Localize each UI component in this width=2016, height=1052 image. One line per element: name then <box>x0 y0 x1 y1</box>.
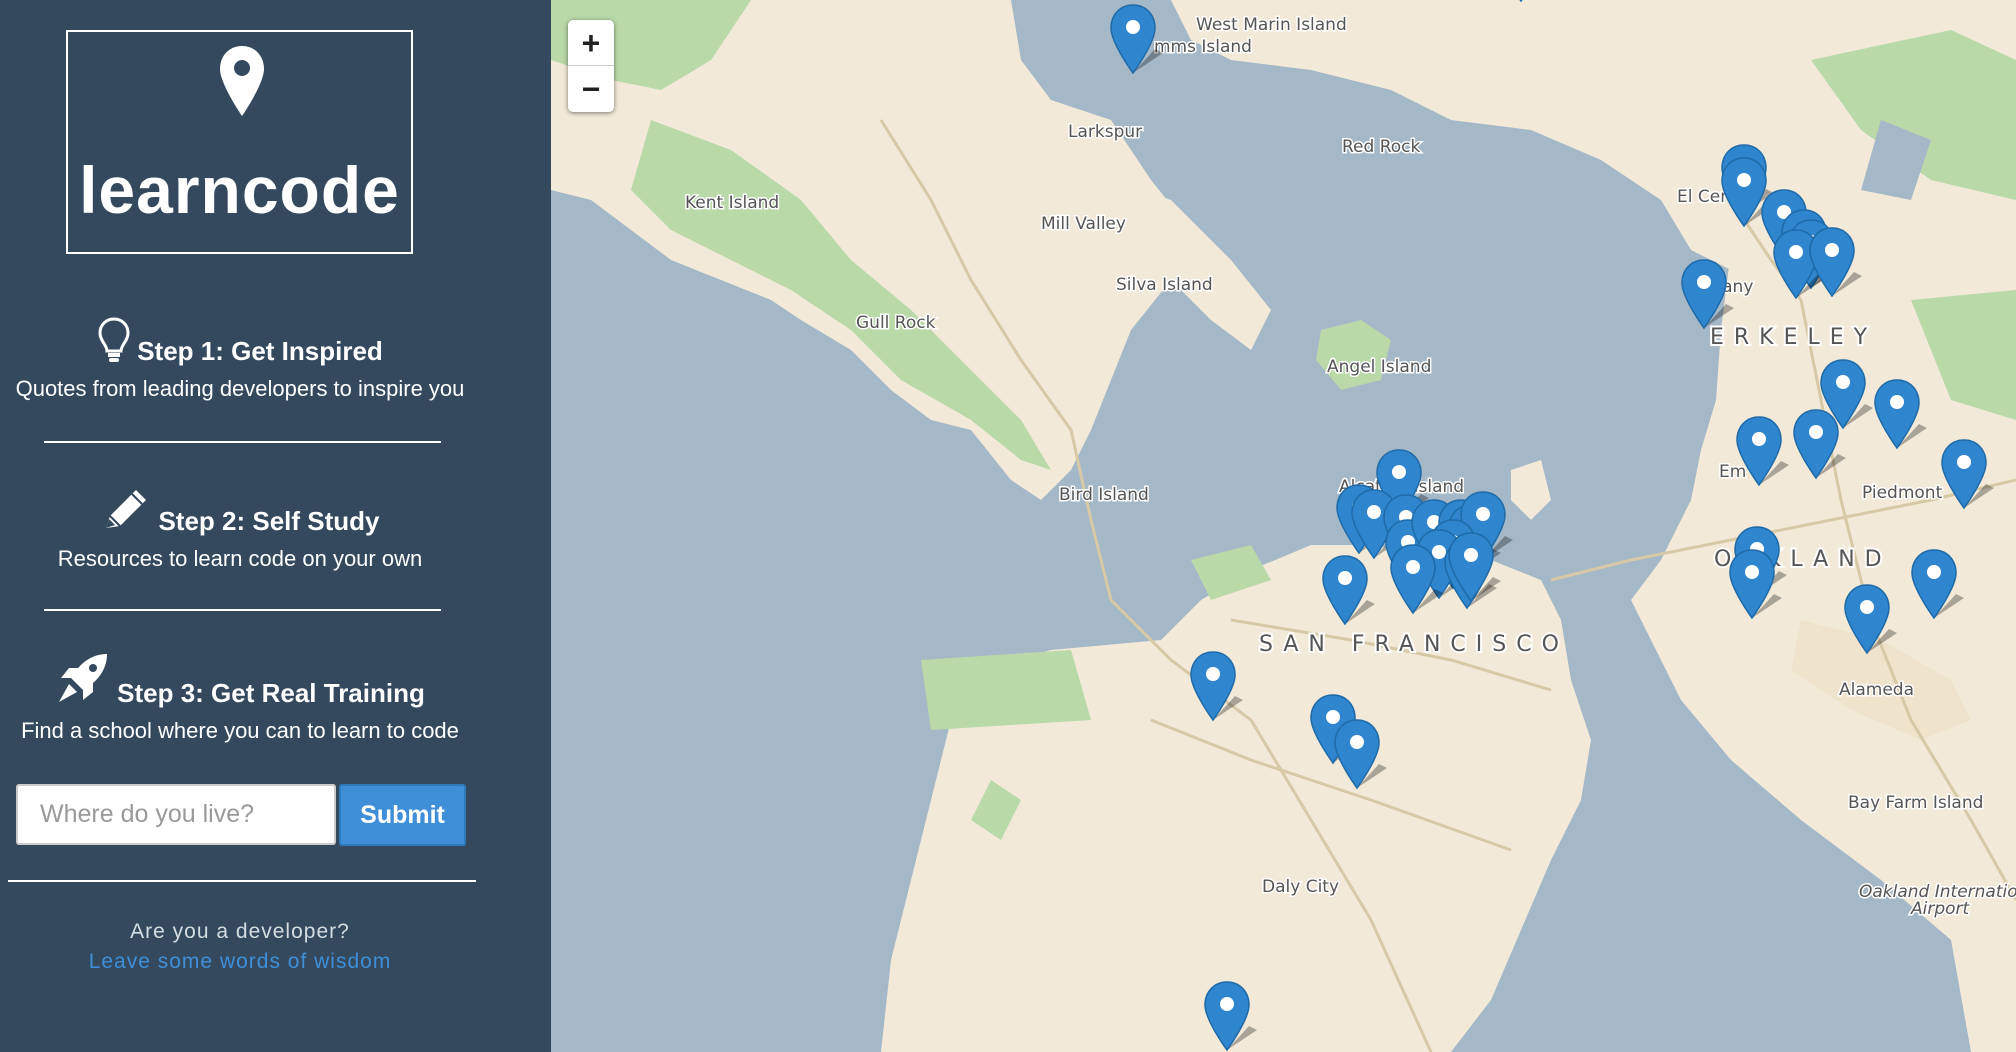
zoom-out-button[interactable]: − <box>568 66 614 112</box>
place-label: Red Rock <box>1342 137 1420 157</box>
sidebar: learncode Step 1: Get Inspired Quotes fr… <box>0 0 551 1052</box>
developer-question: Are you a developer? <box>130 920 350 943</box>
place-label: Angel Island <box>1327 357 1431 377</box>
place-label: Bird Island <box>1059 485 1149 505</box>
zoom-control: + − <box>568 20 614 112</box>
zoom-in-button[interactable]: + <box>568 20 614 66</box>
place-label: Airport <box>1910 899 1971 919</box>
place-label: El Cer <box>1677 187 1727 207</box>
location-input[interactable] <box>16 784 336 845</box>
place-label: mms Island <box>1154 37 1252 57</box>
map-pin-icon <box>220 46 264 116</box>
city-label-berkeley: ERKELEY <box>1710 325 1877 350</box>
step-title: Step 2: Self Study <box>158 506 380 536</box>
divider <box>44 441 441 443</box>
place-label: Silva Island <box>1116 275 1213 295</box>
step-title: Step 1: Get Inspired <box>137 336 383 366</box>
place-label: Larkspur <box>1068 122 1142 142</box>
wisdom-link[interactable]: Leave some words of wisdom <box>0 950 480 974</box>
place-label: West Marin Island <box>1196 15 1347 35</box>
map-tiles: West Marin Island mms Island Larkspur Re… <box>551 0 2016 1052</box>
step-inspired[interactable]: Step 1: Get Inspired Quotes from leading… <box>0 316 480 402</box>
logo[interactable]: learncode <box>66 30 413 254</box>
step-self-study[interactable]: Step 2: Self Study Resources to learn co… <box>0 484 480 572</box>
submit-button[interactable]: Submit <box>339 784 466 846</box>
place-label: Mill Valley <box>1041 214 1126 234</box>
place-label: Alameda <box>1839 680 1914 700</box>
place-label: Kent Island <box>685 193 779 213</box>
place-label: Piedmont <box>1862 483 1943 503</box>
logo-text: learncode <box>79 153 400 227</box>
divider <box>8 880 476 882</box>
divider <box>44 609 441 611</box>
place-label: Em <box>1719 462 1746 482</box>
city-label-san-francisco: SAN FRANCISCO <box>1259 632 1569 657</box>
step-description: Quotes from leading developers to inspir… <box>15 376 465 401</box>
step-description: Resources to learn code on your own <box>57 546 423 571</box>
step-title: Step 3: Get Real Training <box>117 678 425 708</box>
rocket-icon <box>59 654 108 702</box>
step-real-training[interactable]: Step 3: Get Real Training Find a school … <box>0 650 480 744</box>
map[interactable]: West Marin Island mms Island Larkspur Re… <box>551 0 2016 1052</box>
step-description: Find a school where you can to learn to … <box>21 718 459 743</box>
lightbulb-icon <box>98 317 130 362</box>
pencil-icon <box>106 490 147 528</box>
place-label: Gull Rock <box>856 313 936 333</box>
place-label: Daly City <box>1262 877 1339 897</box>
place-label: Bay Farm Island <box>1848 793 1983 813</box>
